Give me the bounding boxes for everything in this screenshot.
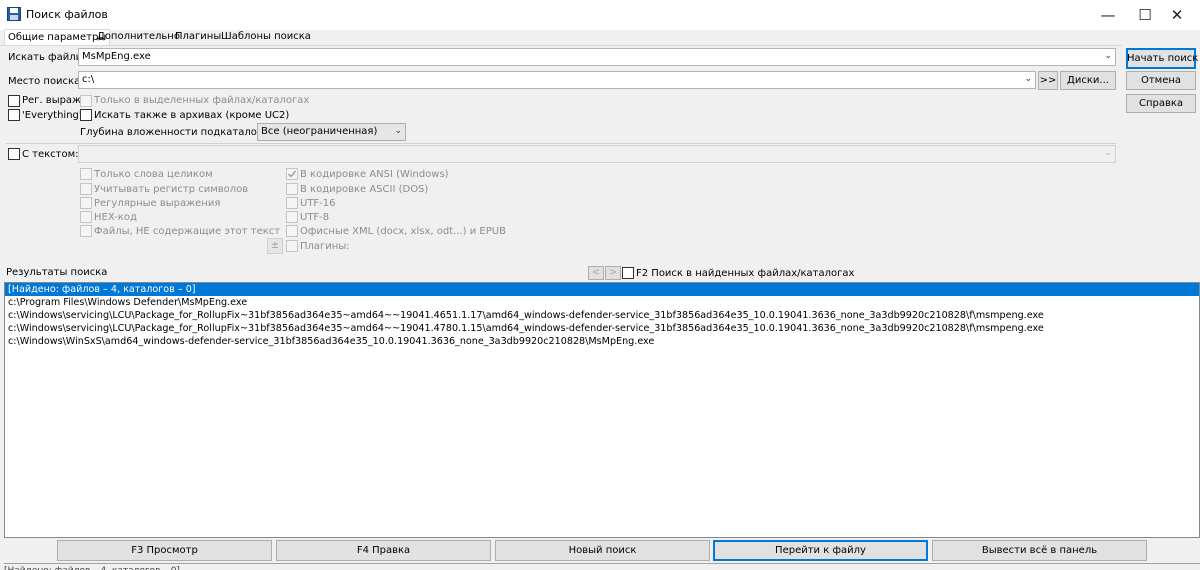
window-title: Поиск файлов xyxy=(26,8,108,21)
location-value: c:\ xyxy=(82,74,95,85)
result-row[interactable]: c:\Windows\WinSxS\amd64_windows-defender… xyxy=(5,335,1199,348)
utf8-checkbox[interactable] xyxy=(286,211,298,223)
result-row[interactable]: c:\Windows\servicing\LCU\Package_for_Rol… xyxy=(5,322,1199,335)
ascii-checkbox[interactable] xyxy=(286,183,298,195)
archives-checkbox[interactable] xyxy=(80,109,92,121)
close-button[interactable]: ✕ xyxy=(1154,0,1200,30)
tab-advanced[interactable]: Дополнительно xyxy=(94,29,183,45)
floppy-icon xyxy=(7,7,21,21)
result-row[interactable]: c:\Windows\servicing\LCU\Package_for_Rol… xyxy=(5,309,1199,322)
search-files-value: MsMpEng.exe xyxy=(82,51,151,62)
divider xyxy=(6,143,1116,144)
f2-label: F2 Поиск в найденных файлах/каталогах xyxy=(636,268,855,279)
utf16-checkbox[interactable] xyxy=(286,197,298,209)
depth-select[interactable]: Все (неограниченная) ⌄ xyxy=(257,123,406,141)
only-selected-checkbox[interactable] xyxy=(80,95,92,107)
case-sensitive-checkbox[interactable] xyxy=(80,183,92,195)
f3-view-button[interactable]: F3 Просмотр xyxy=(57,540,272,561)
case-sensitive-label: Учитывать регистр символов xyxy=(94,184,249,195)
drives-button[interactable]: Диски... xyxy=(1060,71,1116,90)
start-search-button[interactable]: Начать поиск xyxy=(1126,48,1198,69)
plugins-label: Плагины: xyxy=(300,241,350,252)
not-containing-checkbox[interactable] xyxy=(80,225,92,237)
chevron-down-icon[interactable]: ⌄ xyxy=(1104,51,1112,61)
check-icon xyxy=(288,170,297,178)
go-to-file-button[interactable]: Перейти к файлу xyxy=(713,540,928,561)
everything-label: 'Everything' xyxy=(22,110,82,121)
plugins-checkbox[interactable] xyxy=(286,240,298,252)
utf16-label: UTF-16 xyxy=(300,198,336,209)
utf8-label: UTF-8 xyxy=(300,212,330,223)
results-label: Результаты поиска xyxy=(6,267,108,278)
whole-words-label: Только слова целиком xyxy=(94,169,213,180)
next-button[interactable]: > xyxy=(605,266,621,280)
feed-to-listbox-button[interactable]: Вывести всё в панель xyxy=(932,540,1147,561)
text-input[interactable]: ⌄ xyxy=(78,145,1116,163)
chevron-down-icon[interactable]: ⌄ xyxy=(1104,148,1112,158)
help-button[interactable]: Справка xyxy=(1126,94,1196,113)
plus-button[interactable]: ± xyxy=(267,238,283,254)
hex-label: HEX-код xyxy=(94,212,137,223)
whole-words-checkbox[interactable] xyxy=(80,168,92,180)
chevron-down-icon[interactable]: ⌄ xyxy=(394,126,402,136)
depth-value: Все (неограниченная) xyxy=(261,126,378,137)
chevron-down-icon[interactable]: ⌄ xyxy=(1024,74,1032,84)
f2-checkbox[interactable] xyxy=(622,267,634,279)
result-row[interactable]: c:\Program Files\Windows Defender\MsMpEn… xyxy=(5,296,1199,309)
ansi-label: В кодировке ANSI (Windows) xyxy=(300,169,449,180)
tab-templates[interactable]: Шаблоны поиска xyxy=(218,29,314,45)
regex-checkbox[interactable] xyxy=(8,95,20,107)
results-list[interactable]: [Найдено: файлов – 4, каталогов – 0] c:\… xyxy=(4,282,1200,538)
ascii-label: В кодировке ASCII (DOS) xyxy=(300,184,429,195)
title-bar: Поиск файлов — ☐ ✕ xyxy=(0,0,1200,30)
with-text-label: С текстом: xyxy=(22,149,79,160)
archives-label: Искать также в архивах (кроме UC2) xyxy=(94,110,290,121)
f4-edit-button[interactable]: F4 Правка xyxy=(276,540,491,561)
search-files-input[interactable]: MsMpEng.exe ⌄ xyxy=(78,48,1116,66)
office-xml-checkbox[interactable] xyxy=(286,225,298,237)
regex-text-label: Регулярные выражения xyxy=(94,198,221,209)
location-label: Место поиска: xyxy=(8,76,84,87)
regex-text-checkbox[interactable] xyxy=(80,197,92,209)
tab-plugins[interactable]: Плагины xyxy=(172,29,224,45)
browse-button[interactable]: >> xyxy=(1038,71,1058,90)
search-files-label: Искать файлы: xyxy=(8,52,87,63)
new-search-button[interactable]: Новый поиск xyxy=(495,540,710,561)
location-input[interactable]: c:\ ⌄ xyxy=(78,71,1036,89)
with-text-checkbox[interactable] xyxy=(8,148,20,160)
regex-label: Рег. выраж. xyxy=(22,95,85,106)
only-selected-label: Только в выделенных файлах/каталогах xyxy=(94,95,310,106)
status-bar: [Найдено: файлов – 4, каталогов – 0] xyxy=(4,563,1200,570)
hex-checkbox[interactable] xyxy=(80,211,92,223)
everything-checkbox[interactable] xyxy=(8,109,20,121)
prev-button[interactable]: < xyxy=(588,266,604,280)
ansi-checkbox[interactable] xyxy=(286,168,298,180)
office-xml-label: Офисные XML (docx, xlsx, odt...) и EPUB xyxy=(300,226,506,237)
result-summary-row[interactable]: [Найдено: файлов – 4, каталогов – 0] xyxy=(5,283,1199,296)
depth-label: Глубина вложенности подкаталогов: xyxy=(80,127,278,138)
cancel-button[interactable]: Отмена xyxy=(1126,71,1196,90)
not-containing-label: Файлы, НЕ содержащие этот текст xyxy=(94,226,281,237)
